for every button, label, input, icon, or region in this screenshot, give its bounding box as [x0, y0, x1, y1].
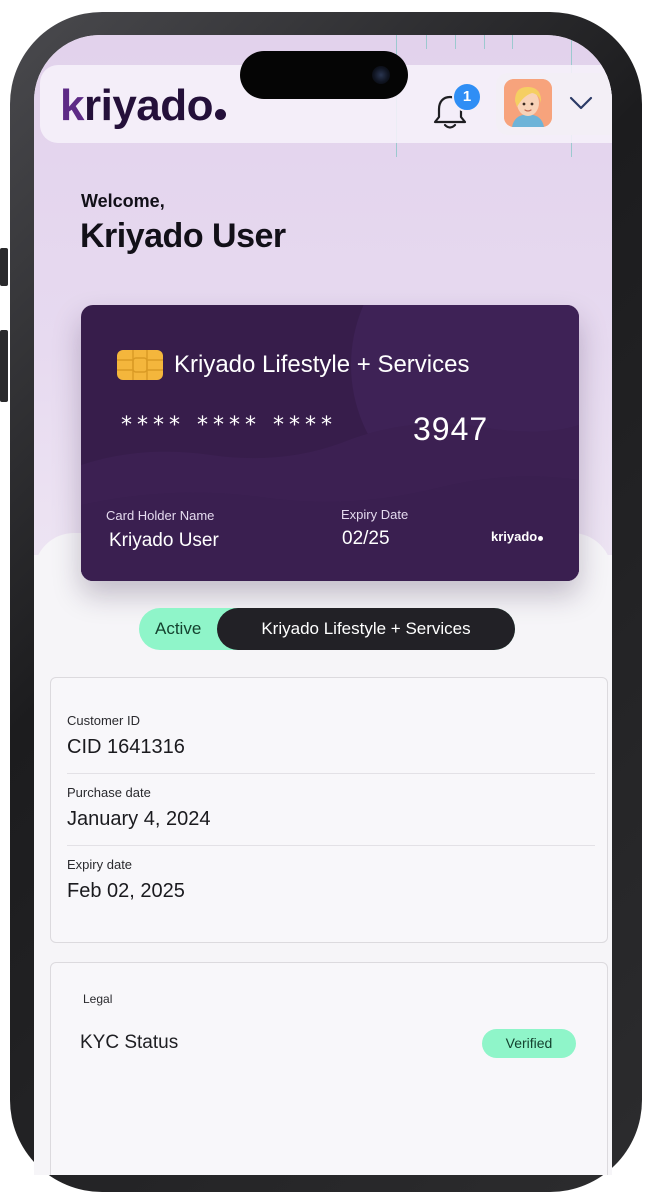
- plan-name-pill: Kriyado Lifestyle + Services: [217, 608, 515, 650]
- detail-label: Customer ID: [67, 713, 140, 728]
- page-title: Kriyado User: [80, 217, 286, 255]
- card-number-masked: **** **** ****: [121, 413, 337, 438]
- notification-badge: 1: [452, 82, 482, 112]
- dynamic-island: [240, 51, 408, 99]
- detail-value: CID 1641316: [67, 736, 185, 758]
- card-holder-label: Card Holder Name: [106, 508, 215, 523]
- card-holder-name: Kriyado User: [109, 530, 219, 551]
- legal-section-title: Legal: [83, 992, 113, 1006]
- guide-line: [455, 35, 456, 49]
- app-screen: kriyado 1 Welcome, Kriyado User Kriyado …: [34, 35, 612, 1175]
- membership-card[interactable]: Kriyado Lifestyle + Services **** **** *…: [81, 305, 579, 581]
- chip-icon: [117, 350, 163, 380]
- expiry-label: Expiry Date: [341, 507, 409, 522]
- divider: [67, 773, 595, 774]
- membership-details-card: Customer ID CID 1641316 Purchase date Ja…: [50, 677, 608, 943]
- phone-volume-button: [0, 330, 8, 402]
- detail-label: Purchase date: [67, 785, 151, 800]
- detail-label: Expiry date: [67, 857, 133, 872]
- card-brand-dot: [538, 536, 544, 541]
- kyc-status-label: KYC Status: [80, 1032, 179, 1053]
- card-plan-title: Kriyado Lifestyle + Services: [174, 351, 470, 378]
- chevron-down-icon[interactable]: [568, 93, 594, 113]
- logo-dot: [215, 109, 227, 120]
- guide-line: [426, 35, 427, 49]
- avatar-image: [504, 79, 552, 127]
- membership-status-pill: Active Kriyado Lifestyle + Services: [139, 608, 515, 650]
- status-badge: Active: [155, 619, 202, 638]
- card-brand-text: kriyado: [491, 529, 538, 544]
- legal-section-card: Legal KYC Status Verified: [50, 962, 608, 1175]
- welcome-greeting: Welcome,: [81, 191, 165, 211]
- divider: [67, 845, 595, 846]
- kriyado-logo[interactable]: kriyado: [60, 81, 227, 131]
- detail-row-purchase-date: Purchase date January 4, 2024: [67, 785, 593, 831]
- chip-lines: [117, 350, 163, 380]
- expiry-value: 02/25: [342, 528, 390, 549]
- logo-k: k: [60, 81, 84, 130]
- detail-value: January 4, 2024: [67, 808, 211, 830]
- guide-line: [512, 35, 513, 49]
- phone-side-button: [0, 248, 8, 286]
- logo-text: riyado: [83, 81, 214, 130]
- guide-line: [484, 35, 485, 49]
- detail-row-expiry-date: Expiry date Feb 02, 2025: [67, 857, 593, 903]
- avatar[interactable]: [504, 79, 552, 127]
- card-number-last-four: 3947: [413, 411, 489, 447]
- card-brand-logo: kriyado: [491, 529, 544, 544]
- detail-value: Feb 02, 2025: [67, 880, 185, 902]
- front-camera: [372, 66, 390, 84]
- kyc-verified-badge: Verified: [482, 1029, 576, 1058]
- detail-row-customer-id: Customer ID CID 1641316: [67, 713, 593, 759]
